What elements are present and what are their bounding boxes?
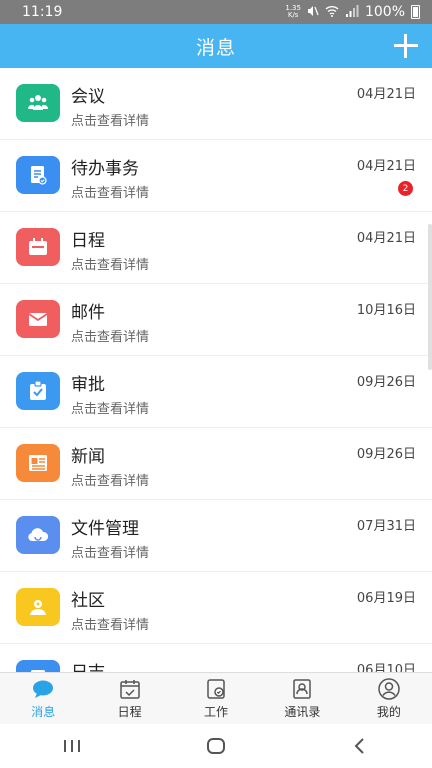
message-subtitle: 点击查看详情 (71, 546, 150, 561)
message-subtitle: 点击查看详情 (71, 114, 150, 129)
recents-button[interactable] (52, 731, 92, 761)
tab-profile[interactable]: 我的 (346, 673, 432, 724)
home-icon (207, 738, 225, 754)
network-speed: 1.35 K/s (285, 5, 301, 19)
message-date: 04月21日 (356, 87, 416, 102)
message-title: 待办事务 (71, 159, 139, 179)
battery-icon (411, 5, 420, 19)
message-row[interactable]: 会议点击查看详情 04月21日 (0, 68, 432, 140)
message-title: 日程 (71, 231, 105, 251)
chat-bubble-icon (33, 680, 54, 698)
cloud-icon (16, 516, 60, 554)
message-subtitle: 点击查看详情 (71, 186, 150, 201)
message-date: 07月31日 (356, 519, 416, 534)
tab-label: 消息 (31, 705, 56, 719)
tab-label: 通讯录 (284, 705, 321, 719)
status-time: 11:19 (22, 4, 63, 20)
message-title: 文件管理 (71, 519, 139, 539)
message-title: 新闻 (71, 447, 105, 467)
message-date: 10月16日 (356, 303, 416, 318)
message-row[interactable]: 文件管理点击查看详情 07月31日 (0, 500, 432, 572)
message-title: 审批 (71, 375, 105, 395)
message-row[interactable]: 新闻点击查看详情 09月26日 (0, 428, 432, 500)
message-subtitle: 点击查看详情 (71, 618, 150, 633)
work-icon (207, 679, 225, 699)
scroll-handle[interactable] (428, 224, 432, 370)
message-row[interactable]: 审批点击查看详情 09月26日 (0, 356, 432, 428)
message-title: 社区 (71, 591, 105, 611)
status-bar: 11:19 1.35 K/s 100% (0, 0, 432, 24)
message-row[interactable]: 社区点击查看详情 06月19日 (0, 572, 432, 644)
message-date: 09月26日 (356, 447, 416, 462)
signal-icon (345, 4, 359, 20)
news-icon (16, 444, 60, 482)
message-title: 日志 (71, 658, 105, 672)
message-date: 09月26日 (356, 375, 416, 390)
schedule-icon (16, 228, 60, 266)
recents-icon (64, 740, 80, 752)
page-title: 消息 (195, 36, 236, 59)
message-title: 邮件 (71, 303, 105, 323)
message-date: 04月21日 (356, 231, 416, 246)
add-button[interactable] (390, 30, 422, 62)
home-button[interactable] (196, 731, 236, 761)
message-date: 04月21日 (356, 159, 416, 174)
message-row[interactable]: 日程点击查看详情 04月21日 (0, 212, 432, 284)
message-row[interactable]: 日志点击查看详情06月10日 (0, 644, 432, 672)
message-subtitle: 点击查看详情 (71, 330, 150, 345)
app-header: 消息 (0, 24, 432, 68)
status-indicators: 1.35 K/s 100% (285, 4, 420, 20)
message-subtitle: 点击查看详情 (71, 474, 150, 489)
mute-icon (307, 5, 319, 20)
back-button[interactable] (340, 731, 380, 761)
todo-icon (16, 156, 60, 194)
message-subtitle: 点击查看详情 (71, 258, 150, 273)
meeting-icon (16, 84, 60, 122)
bottom-tab-bar: 消息 日程 工作 通讯录 我的 (0, 672, 432, 724)
message-subtitle: 点击查看详情 (71, 402, 150, 417)
tab-label: 工作 (204, 705, 229, 719)
community-icon (16, 588, 60, 626)
log-icon (16, 660, 60, 672)
message-title: 会议 (71, 87, 105, 107)
network-speed-unit: K/s (287, 11, 299, 19)
system-nav-bar (0, 724, 432, 768)
message-row[interactable]: 邮件点击查看详情 10月16日 (0, 284, 432, 356)
back-icon (354, 738, 364, 754)
wifi-icon (325, 5, 339, 20)
tab-contacts[interactable]: 通讯录 (259, 673, 345, 724)
tab-work[interactable]: 工作 (173, 673, 259, 724)
unread-badge: 2 (398, 181, 413, 196)
tab-label: 日程 (117, 705, 142, 719)
tab-chat-bubble[interactable]: 消息 (0, 673, 86, 724)
calendar-check-icon (119, 680, 140, 699)
message-list[interactable]: 会议 点击查看详情 04月21日 待办事务 点击查看详情 04月21日 2 日程 点击查看详情 0… (0, 68, 432, 672)
mail-icon (16, 300, 60, 338)
contacts-icon (293, 679, 312, 699)
battery-level: 100% (364, 4, 405, 20)
tab-calendar-check[interactable]: 日程 (86, 673, 172, 724)
approval-icon (16, 372, 60, 410)
message-date: 06月19日 (356, 591, 416, 606)
tab-label: 我的 (376, 705, 401, 719)
message-row[interactable]: 待办事务点击查看详情 04月21日 2 (0, 140, 432, 212)
profile-icon (378, 678, 400, 700)
message-date: 06月10日 (356, 663, 416, 672)
